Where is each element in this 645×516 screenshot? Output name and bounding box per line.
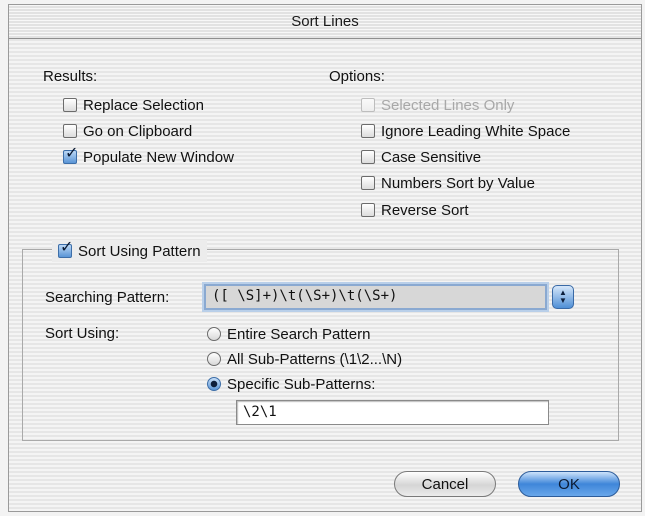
dialog-title: Sort Lines bbox=[291, 13, 359, 30]
checkbox-box[interactable] bbox=[361, 176, 375, 190]
checkbox-label: Go on Clipboard bbox=[83, 122, 193, 140]
results-label: Results: bbox=[43, 68, 98, 85]
checkbox-box[interactable] bbox=[63, 98, 77, 112]
checkbox-label: Selected Lines Only bbox=[381, 96, 515, 114]
entire-search-pattern-radio[interactable]: Entire Search Pattern bbox=[207, 324, 370, 344]
checkbox-label: Sort Using Pattern bbox=[78, 242, 201, 260]
checkbox-label: Populate New Window bbox=[83, 148, 234, 166]
radio-button[interactable] bbox=[207, 352, 221, 366]
radio-label: Specific Sub-Patterns: bbox=[227, 375, 376, 393]
chevron-down-icon: ▼ bbox=[559, 296, 567, 305]
checkbox-box bbox=[361, 98, 375, 112]
radio-label: All Sub-Patterns (\1\2...\N) bbox=[227, 350, 403, 368]
title-bar[interactable]: Sort Lines bbox=[9, 5, 641, 39]
cancel-button[interactable]: Cancel bbox=[394, 471, 496, 497]
checkbox-label: Reverse Sort bbox=[381, 201, 469, 219]
checkbox-box[interactable] bbox=[361, 124, 375, 138]
pattern-popup-button[interactable]: ▲ ▼ bbox=[552, 285, 574, 309]
checkmark-icon: ✓ bbox=[65, 145, 79, 162]
searching-pattern-label: Searching Pattern: bbox=[45, 289, 170, 306]
case-sensitive-checkbox[interactable]: Case Sensitive bbox=[361, 147, 481, 167]
replace-selection-checkbox[interactable]: Replace Selection bbox=[63, 95, 204, 115]
sort-using-label: Sort Using: bbox=[45, 325, 120, 342]
checkbox-box[interactable]: ✓ bbox=[58, 240, 73, 258]
radio-button[interactable] bbox=[207, 327, 221, 341]
checkbox-label: Ignore Leading White Space bbox=[381, 122, 571, 140]
go-on-clipboard-checkbox[interactable]: Go on Clipboard bbox=[63, 121, 192, 141]
radio-label: Entire Search Pattern bbox=[227, 325, 371, 343]
checkbox-box[interactable]: ✓ bbox=[63, 146, 78, 164]
specific-sub-patterns-radio[interactable]: Specific Sub-Patterns: bbox=[207, 374, 375, 394]
reverse-sort-checkbox[interactable]: Reverse Sort bbox=[361, 200, 469, 220]
radio-button[interactable] bbox=[207, 377, 221, 391]
options-label: Options: bbox=[329, 68, 385, 85]
ok-button[interactable]: OK bbox=[518, 471, 620, 497]
all-sub-patterns-radio[interactable]: All Sub-Patterns (\1\2...\N) bbox=[207, 349, 402, 369]
sort-using-pattern-checkbox[interactable]: ✓ Sort Using Pattern bbox=[52, 240, 207, 262]
checkbox-box[interactable] bbox=[361, 150, 375, 164]
searching-pattern-input[interactable]: ([ \S]+)\t(\S+)\t(\S+) bbox=[204, 284, 547, 310]
checkmark-icon: ✓ bbox=[60, 239, 74, 256]
checkbox-box[interactable] bbox=[361, 203, 375, 217]
checkbox-label: Numbers Sort by Value bbox=[381, 174, 535, 192]
checkbox-box[interactable] bbox=[63, 124, 77, 138]
ignore-leading-white-space-checkbox[interactable]: Ignore Leading White Space bbox=[361, 121, 570, 141]
specific-sub-patterns-input[interactable]: \2\1 bbox=[236, 400, 549, 425]
populate-new-window-checkbox[interactable]: ✓ Populate New Window bbox=[63, 146, 234, 167]
selected-lines-only-checkbox: Selected Lines Only bbox=[361, 95, 514, 115]
numbers-sort-by-value-checkbox[interactable]: Numbers Sort by Value bbox=[361, 173, 535, 193]
checkbox-label: Replace Selection bbox=[83, 96, 204, 114]
checkbox-label: Case Sensitive bbox=[381, 148, 482, 166]
